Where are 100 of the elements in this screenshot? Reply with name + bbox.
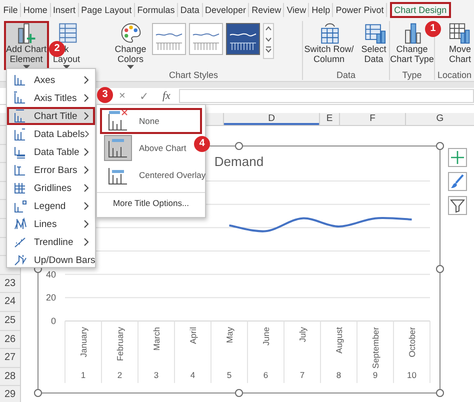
chevron-icon bbox=[84, 202, 89, 210]
chart-title: Demand bbox=[214, 154, 264, 169]
chart-element-icon bbox=[13, 109, 27, 123]
chevron-icon bbox=[84, 76, 89, 84]
menu-item[interactable]: Legend bbox=[7, 197, 95, 215]
row-header[interactable]: 23 bbox=[0, 274, 20, 294]
category-number: 3 bbox=[154, 370, 159, 380]
chevron-icon bbox=[84, 112, 89, 120]
column-header[interactable]: F bbox=[340, 113, 406, 125]
ribbon-tab[interactable]: Developer bbox=[202, 3, 250, 17]
chevron-icon bbox=[84, 130, 89, 138]
category-number: 2 bbox=[117, 370, 122, 380]
category-number: 8 bbox=[336, 370, 342, 380]
ribbon-tab[interactable]: Formulas bbox=[134, 3, 178, 17]
resize-handle[interactable] bbox=[436, 265, 444, 273]
category-number: 6 bbox=[263, 370, 268, 380]
chevron-icon bbox=[84, 148, 89, 156]
ribbon-tab[interactable]: Page Layout bbox=[78, 3, 135, 17]
filter-icon bbox=[450, 198, 465, 213]
menu-item[interactable]: Gridlines bbox=[7, 179, 95, 197]
category-label: March bbox=[151, 327, 162, 351]
menu-item[interactable]: Data Table bbox=[7, 143, 95, 161]
resize-handle[interactable] bbox=[235, 142, 243, 150]
axis-label: 40 bbox=[46, 269, 56, 280]
chart-element-icon bbox=[13, 217, 27, 231]
category-label: August bbox=[334, 327, 344, 354]
ribbon-tab[interactable]: Chart Design bbox=[390, 2, 451, 18]
resize-handle[interactable] bbox=[34, 389, 42, 397]
menu-item[interactable]: Trendline bbox=[7, 233, 95, 251]
demand-line[interactable] bbox=[229, 217, 412, 232]
chart-element-icon bbox=[13, 73, 27, 87]
group-label: Location bbox=[437, 70, 472, 80]
step-badge: 4 bbox=[194, 136, 210, 152]
column-header[interactable]: G bbox=[406, 113, 474, 125]
ribbon-button[interactable]: Change Colors bbox=[112, 21, 148, 70]
resize-handle[interactable] bbox=[436, 389, 444, 397]
menu-item[interactable]: Axis Titles bbox=[7, 89, 95, 107]
row-header[interactable]: 27 bbox=[0, 349, 20, 368]
gallery-scrollbar[interactable] bbox=[263, 23, 274, 59]
cancel-icon[interactable]: × bbox=[119, 90, 126, 102]
chart-style-thumbnail[interactable] bbox=[226, 23, 260, 55]
menu-option[interactable]: Above Chart bbox=[100, 135, 188, 161]
ribbon-tab[interactable]: Insert bbox=[50, 3, 79, 17]
resize-handle[interactable] bbox=[235, 389, 243, 397]
function-icon[interactable]: fx bbox=[162, 90, 170, 102]
category-label: February bbox=[114, 327, 125, 362]
category-label: June bbox=[260, 327, 271, 346]
menu-option[interactable]: Centered Overlay bbox=[100, 162, 208, 188]
chart-element-icon bbox=[13, 145, 27, 159]
menu-option[interactable]: None bbox=[100, 108, 202, 134]
group-label: Data bbox=[336, 70, 356, 80]
chart-element-icon bbox=[13, 91, 27, 105]
menu-item[interactable]: Chart Title bbox=[7, 107, 95, 125]
ribbon-tab[interactable]: Review bbox=[249, 3, 284, 17]
ribbon-tab[interactable]: Data bbox=[178, 3, 203, 17]
chart-elements-button[interactable] bbox=[448, 148, 467, 167]
formula-input[interactable] bbox=[179, 89, 474, 103]
ribbon-tab[interactable]: View bbox=[284, 3, 310, 17]
ribbon-tab[interactable]: File bbox=[1, 3, 22, 17]
menu-item[interactable]: Lines bbox=[7, 215, 95, 233]
chart-style-thumbnail[interactable] bbox=[152, 23, 186, 55]
row-header[interactable]: 26 bbox=[0, 330, 20, 350]
menu-item[interactable]: More Title Options... bbox=[112, 196, 190, 208]
chevron-icon bbox=[84, 238, 89, 246]
ribbon-button[interactable]: Add Chart Element bbox=[4, 21, 49, 70]
axis-label: 0 bbox=[50, 316, 56, 326]
menu-item[interactable]: Error Bars bbox=[7, 161, 95, 179]
category-number: 9 bbox=[372, 370, 378, 380]
ribbon-tab[interactable]: Help bbox=[309, 3, 334, 17]
ribbon-tab[interactable]: Home bbox=[21, 3, 51, 17]
ribbon-tab[interactable]: Power Pivot bbox=[333, 3, 388, 17]
row-header[interactable]: 28 bbox=[0, 368, 20, 386]
chart-filters-button[interactable] bbox=[448, 196, 467, 215]
row-header[interactable]: 29 bbox=[0, 386, 20, 402]
group-label: Type bbox=[402, 70, 422, 80]
category-number: 10 bbox=[407, 370, 416, 380]
category-label: January bbox=[78, 327, 88, 358]
column-header[interactable]: E bbox=[320, 113, 340, 125]
chevron-icon bbox=[84, 184, 89, 192]
resize-handle[interactable] bbox=[436, 142, 444, 150]
column-header[interactable]: D bbox=[224, 113, 320, 125]
category-number: 7 bbox=[300, 370, 305, 380]
chevron-icon bbox=[84, 94, 89, 102]
ribbon-button[interactable]: Move Chart bbox=[446, 21, 474, 70]
chart-style-thumbnail[interactable] bbox=[189, 23, 224, 55]
category-number: 4 bbox=[190, 370, 196, 380]
menu-item[interactable]: Axes bbox=[7, 71, 95, 89]
category-number: 1 bbox=[80, 370, 86, 380]
ribbon-button[interactable]: Switch Row/ Column bbox=[302, 21, 356, 70]
row-header[interactable]: 24 bbox=[0, 293, 20, 312]
chart-element-icon bbox=[13, 163, 27, 177]
ribbon-button[interactable]: Select Data bbox=[358, 21, 390, 70]
menu-item[interactable]: Data Labels bbox=[7, 125, 95, 143]
enter-icon[interactable]: ✓ bbox=[139, 90, 148, 102]
step-badge: 2 bbox=[49, 41, 65, 57]
group-label: Chart Styles bbox=[168, 70, 218, 80]
row-header[interactable]: 25 bbox=[0, 312, 20, 331]
chart-styles-button[interactable] bbox=[448, 172, 467, 191]
menu-item[interactable]: Up/Down Bars bbox=[7, 251, 95, 269]
chart-element-icon bbox=[13, 181, 27, 195]
